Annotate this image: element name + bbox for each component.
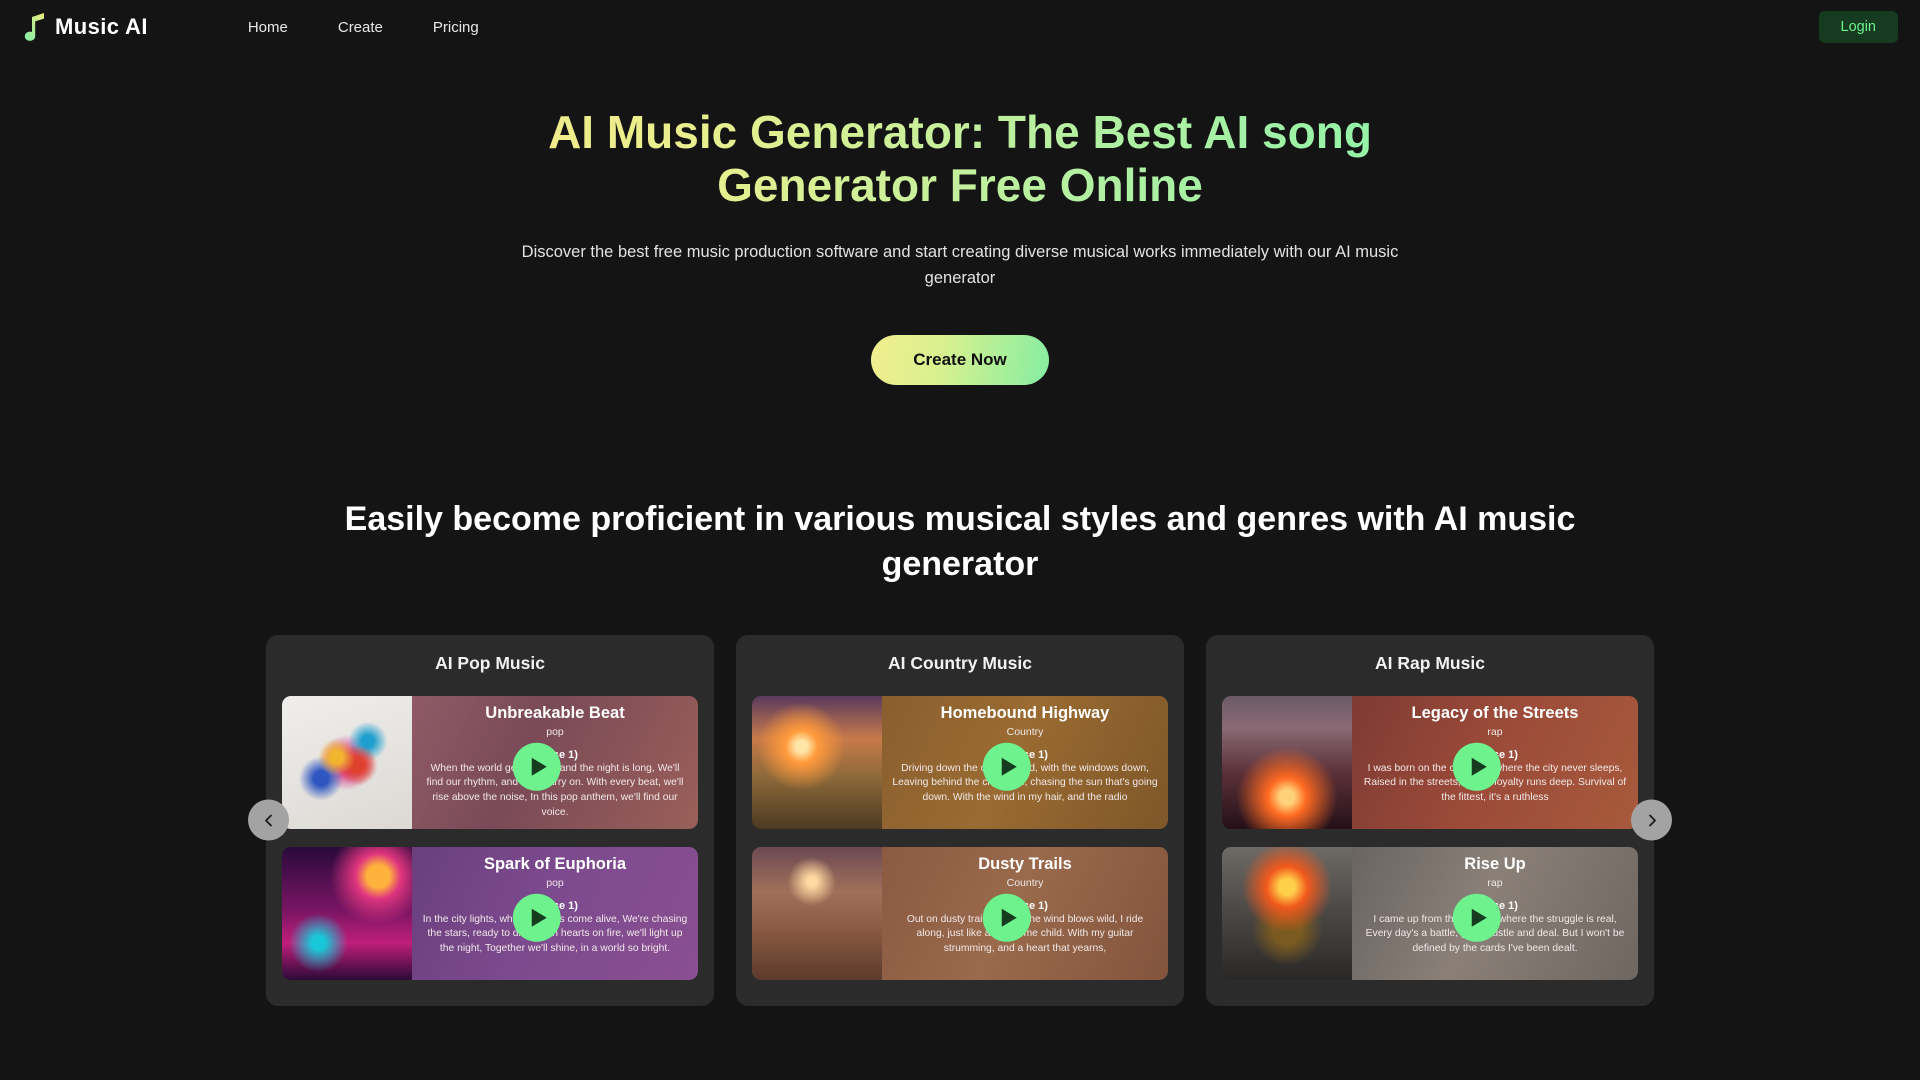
song-title: Legacy of the Streets [1411, 703, 1579, 722]
play-button[interactable] [512, 743, 561, 792]
hero-section: AI Music Generator: The Best AI song Gen… [0, 54, 1920, 386]
song-details: Legacy of the Streetsrap(Verse 1)I was b… [1352, 695, 1638, 829]
play-triangle-icon [1001, 909, 1017, 928]
song-artwork [752, 695, 882, 829]
song-item[interactable]: Unbreakable Beatpop(Verse 1)When the wor… [282, 695, 698, 829]
play-button[interactable] [1452, 743, 1501, 792]
play-triangle-icon [1001, 758, 1017, 777]
song-genre-label: pop [546, 725, 564, 738]
play-button[interactable] [982, 743, 1031, 792]
logo-text: Music AI [55, 14, 148, 39]
create-now-button[interactable]: Create Now [871, 335, 1049, 386]
play-triangle-icon [531, 909, 547, 928]
hero-subtitle: Discover the best free music production … [521, 242, 1399, 288]
genre-card-title: AI Pop Music [435, 652, 545, 673]
song-genre-label: Country [1006, 725, 1044, 738]
nav-link-pricing[interactable]: Pricing [433, 19, 479, 36]
song-genre-label: Country [1006, 876, 1044, 889]
song-artwork [752, 846, 882, 980]
song-details: Dusty TrailsCountry(Verse 1)Out on dusty… [882, 846, 1168, 980]
song-item[interactable]: Spark of Euphoriapop(Verse 1)In the city… [282, 846, 698, 980]
genre-card: AI Pop MusicUnbreakable Beatpop(Verse 1)… [266, 634, 714, 1006]
song-title: Homebound Highway [940, 703, 1110, 722]
song-genre-label: rap [1487, 725, 1503, 738]
song-details: Homebound HighwayCountry(Verse 1)Driving… [882, 695, 1168, 829]
song-title: Rise Up [1464, 854, 1526, 873]
song-title: Spark of Euphoria [483, 854, 627, 873]
song-item[interactable]: Homebound HighwayCountry(Verse 1)Driving… [752, 695, 1168, 829]
top-navigation-bar: Music AI Home Create Pricing Login [0, 0, 1920, 54]
play-triangle-icon [1471, 758, 1487, 777]
genre-card: AI Country Music Homebound Highway Country… [736, 634, 1184, 1006]
nav-links: Home Create Pricing [248, 19, 479, 36]
play-button[interactable] [982, 894, 1031, 943]
song-title: Unbreakable Beat [485, 703, 625, 722]
genre-card-list: AI Pop MusicUnbreakable Beatpop(Verse 1)… [266, 634, 1654, 1006]
genre-card: AI Rap MusicLegacy of the Streetsrap(Ver… [1206, 634, 1654, 1006]
carousel-prev-button[interactable] [248, 799, 289, 841]
song-details: Rise Uprap(Verse 1)I came up from the st… [1352, 846, 1638, 980]
song-artwork [282, 695, 412, 829]
music-note-icon [24, 13, 44, 41]
carousel-next-button[interactable] [1631, 799, 1672, 841]
song-genre-label: pop [546, 876, 564, 889]
song-details: Unbreakable Beatpop(Verse 1)When the wor… [412, 695, 698, 829]
genre-carousel: AI Pop MusicUnbreakable Beatpop(Verse 1)… [0, 634, 1920, 1006]
play-button[interactable] [512, 894, 561, 943]
song-item[interactable]: Dusty TrailsCountry(Verse 1)Out on dusty… [752, 846, 1168, 980]
genre-card-title: AI Rap Music [1375, 652, 1485, 673]
section-heading: Easily become proficient in various musi… [344, 500, 1576, 584]
page-title: AI Music Generator: The Best AI song Gen… [510, 106, 1410, 213]
login-button[interactable]: Login [1818, 11, 1898, 43]
song-title: Dusty Trails [978, 854, 1072, 873]
play-triangle-icon [531, 758, 547, 777]
song-artwork [282, 846, 412, 980]
song-artwork [1222, 695, 1352, 829]
chevron-right-icon [1648, 814, 1656, 827]
song-details: Spark of Euphoriapop(Verse 1)In the city… [412, 846, 698, 980]
nav-link-home[interactable]: Home [248, 19, 288, 36]
nav-link-create[interactable]: Create [338, 19, 383, 36]
genre-card-title: AI Country Music [888, 652, 1032, 673]
play-button[interactable] [1452, 894, 1501, 943]
chevron-left-icon [264, 814, 272, 827]
song-item[interactable]: Legacy of the Streetsrap(Verse 1)I was b… [1222, 695, 1638, 829]
song-item[interactable]: Rise Uprap(Verse 1)I came up from the st… [1222, 846, 1638, 980]
song-artwork [1222, 846, 1352, 980]
logo[interactable]: Music AI [22, 12, 148, 42]
song-genre-label: rap [1487, 876, 1503, 889]
play-triangle-icon [1471, 909, 1487, 928]
